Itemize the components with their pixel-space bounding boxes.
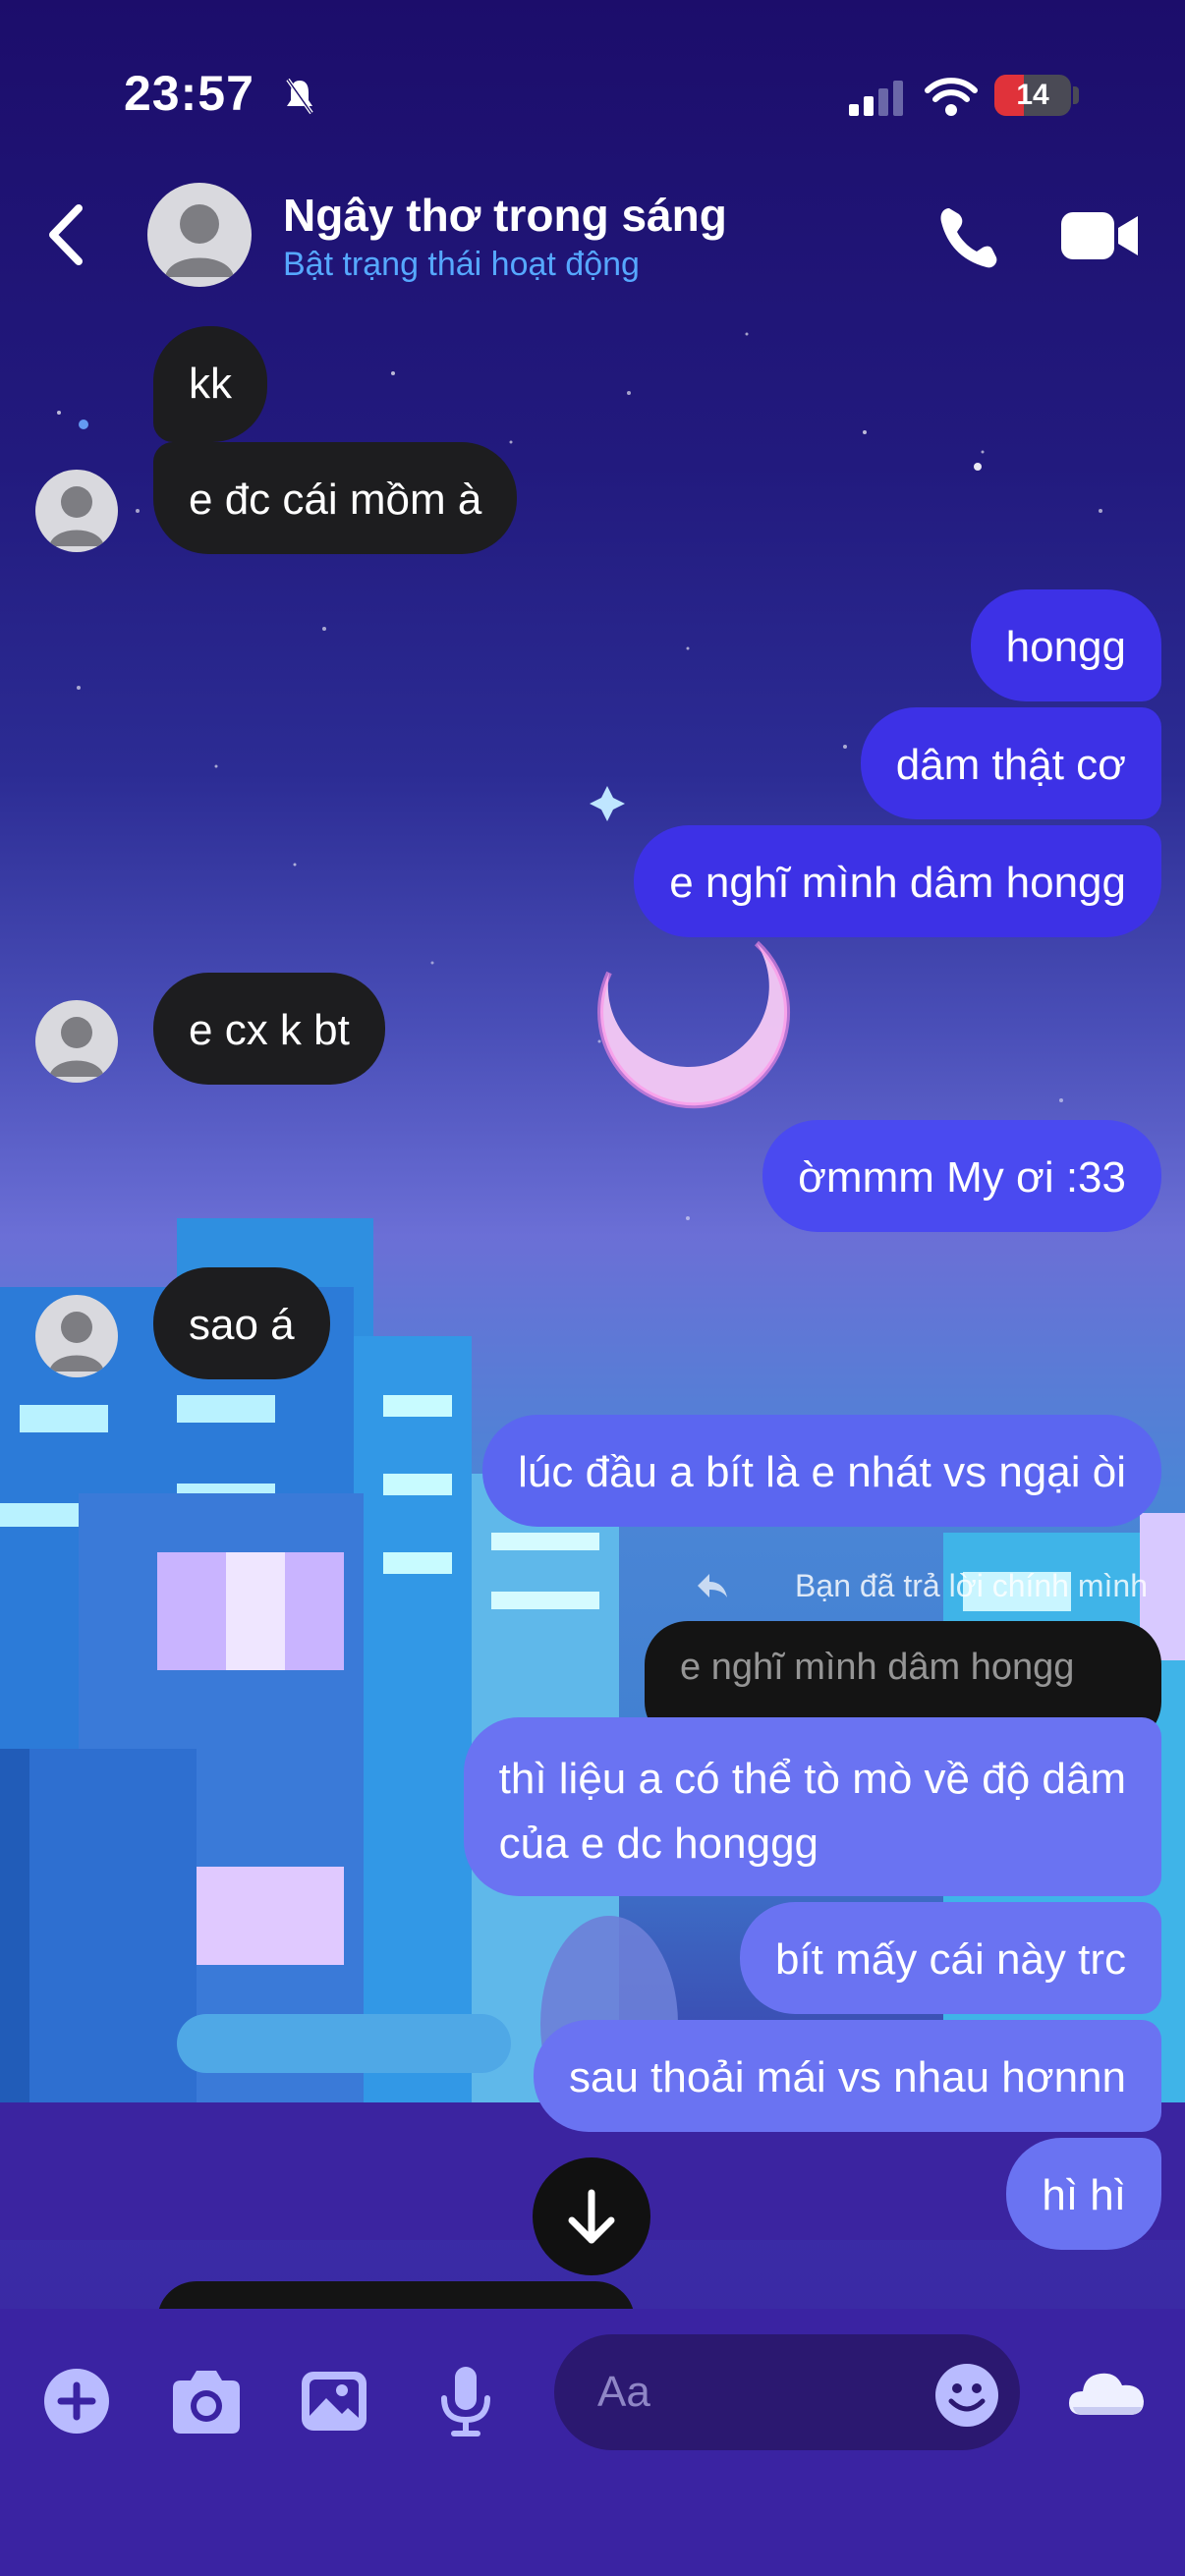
- message-bubble-incoming[interactable]: e cx k bt: [153, 973, 385, 1085]
- person-icon: [165, 204, 234, 277]
- person-icon: [49, 1312, 104, 1372]
- back-chevron-icon[interactable]: [43, 200, 90, 269]
- camera-icon: [173, 2371, 240, 2434]
- message-bubble-outgoing[interactable]: lúc đầu a bít là e nhát vs ngại òi: [482, 1415, 1161, 1527]
- cellular-signal-icon: [849, 81, 903, 116]
- message-bubble-outgoing[interactable]: hì hì: [1006, 2138, 1161, 2250]
- image-icon: [302, 2372, 367, 2431]
- battery-level: 14: [1016, 79, 1049, 111]
- voice-button[interactable]: [426, 2362, 505, 2440]
- person-icon: [49, 486, 104, 546]
- arrow-down-icon: [568, 2189, 615, 2244]
- gallery-button[interactable]: [295, 2362, 373, 2440]
- plus-button[interactable]: [37, 2362, 116, 2440]
- message-bubble-incoming[interactable]: sao á: [153, 1267, 330, 1379]
- person-icon: [49, 1017, 104, 1077]
- message-bubble-outgoing[interactable]: hongg: [970, 589, 1161, 701]
- message-bubble-outgoing[interactable]: ờmmm My ơi :33: [762, 1120, 1161, 1232]
- contact-avatar[interactable]: [147, 183, 252, 287]
- cloud-icon[interactable]: [1067, 2362, 1146, 2421]
- wifi-icon: [925, 78, 978, 116]
- message-input-placeholder: Aa: [597, 2368, 650, 2416]
- activity-status-link[interactable]: Bật trạng thái hoạt động: [283, 246, 640, 284]
- battery-nub: [1073, 86, 1079, 104]
- contact-avatar-small: [35, 1295, 118, 1377]
- contact-avatar-small: [35, 1000, 118, 1083]
- message-bubble-outgoing[interactable]: thì liệu a có thể tò mò về độ dâm của e …: [463, 1717, 1161, 1896]
- crescent-moon: [600, 943, 788, 1106]
- reply-note: Bạn đã trả lời chính mình: [795, 1568, 1148, 1603]
- scroll-to-bottom-button[interactable]: [533, 2157, 650, 2275]
- status-time: 23:57: [124, 66, 254, 121]
- reply-arrow-icon: [698, 1574, 727, 1597]
- bell-muted-icon: [286, 78, 313, 115]
- message-bubble-outgoing[interactable]: e nghĩ mình dâm hongg: [634, 825, 1161, 937]
- message-bubble-outgoing[interactable]: dâm thật cơ: [860, 707, 1161, 819]
- video-call-icon[interactable]: [1059, 206, 1142, 265]
- microphone-icon: [441, 2367, 490, 2436]
- contact-avatar-small: [35, 470, 118, 552]
- plus-icon: [44, 2369, 109, 2434]
- message-bubble-incoming[interactable]: e đc cái mồm à: [153, 442, 518, 554]
- phone-call-icon[interactable]: [933, 202, 1002, 271]
- message-bubble-outgoing[interactable]: bít mấy cái này trc: [739, 1902, 1161, 2014]
- battery-indicator: 14: [994, 75, 1071, 116]
- contact-name[interactable]: Ngây thơ trong sáng: [283, 189, 727, 242]
- emoji-icon[interactable]: [933, 2362, 1000, 2429]
- camera-button[interactable]: [167, 2362, 246, 2440]
- message-bubble-incoming[interactable]: kk: [153, 326, 267, 442]
- message-bubble-outgoing[interactable]: sau thoải mái vs nhau hơnnn: [534, 2020, 1161, 2132]
